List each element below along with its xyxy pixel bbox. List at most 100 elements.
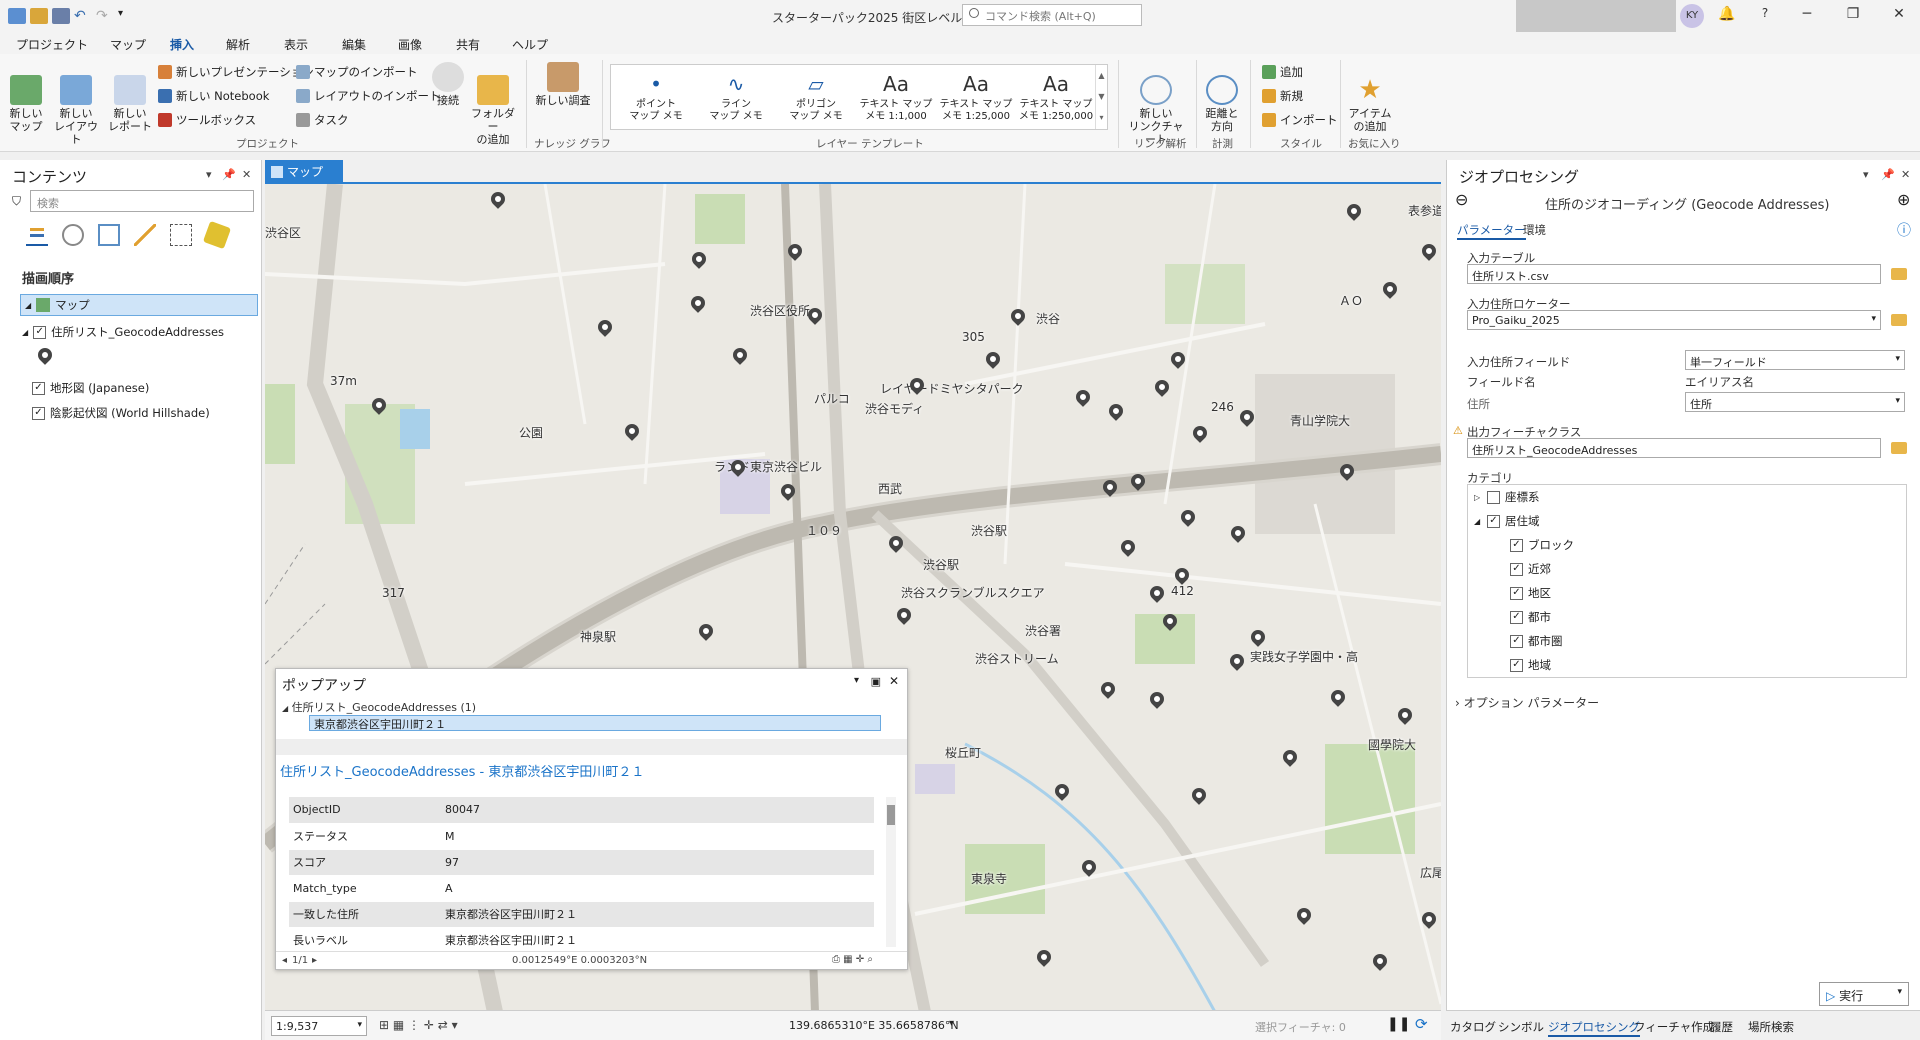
chevron-down-icon[interactable]: ▾: [854, 675, 859, 686]
list-by-snapping-icon[interactable]: [170, 224, 192, 246]
category-checkbox[interactable]: ✓: [1510, 610, 1523, 624]
notification-icon[interactable]: 🔔: [1712, 6, 1742, 22]
list-by-editing-icon[interactable]: [134, 224, 156, 246]
gallery-scroll[interactable]: ▲ ▼ ▾: [1095, 65, 1107, 129]
list-by-labeling-icon[interactable]: [202, 220, 232, 250]
new-notebook-button[interactable]: 新しい Notebook: [158, 88, 269, 104]
new-presentation-button[interactable]: 新しいプレゼンテーション: [158, 64, 314, 80]
map-tools-icons[interactable]: ⊞ ▦ ⋮ ✛ ⇄ ▾: [379, 1018, 458, 1032]
category-checkbox[interactable]: ✓: [1510, 562, 1523, 576]
prev-feature-icon[interactable]: ◂: [282, 955, 287, 966]
style-add-button[interactable]: 追加: [1262, 64, 1303, 80]
output-field[interactable]: 住所リスト_GeocodeAddresses: [1467, 438, 1881, 458]
coordinate-format-chevron-icon[interactable]: ▾: [949, 1018, 954, 1029]
tab-view[interactable]: 表示: [284, 36, 308, 53]
optional-parameters-toggle[interactable]: › オプション パラメーター: [1455, 694, 1599, 711]
category-checkbox[interactable]: [1487, 490, 1500, 504]
add-folder-button[interactable]: フォルダー の追加: [468, 62, 518, 146]
category-item[interactable]: ✓ 地域: [1510, 657, 1551, 673]
tab-locate[interactable]: 場所検索: [1748, 1019, 1794, 1035]
layer-hillshade[interactable]: ✓ 陰影起伏図 (World Hillshade): [32, 405, 210, 421]
polygon-map-note-template[interactable]: ▱ ポリゴン マップ メモ: [777, 69, 855, 123]
next-feature-icon[interactable]: ▸: [312, 955, 317, 966]
undo-icon[interactable]: ↶: [74, 8, 92, 24]
popup-scrollbar[interactable]: [886, 797, 896, 947]
style-new-button[interactable]: 新規: [1262, 88, 1303, 104]
task-button[interactable]: タスク: [296, 112, 349, 128]
layer-symbol-pin-icon[interactable]: [35, 345, 55, 365]
pane-menu-icon[interactable]: ▾: [206, 168, 212, 181]
close-pane-icon[interactable]: ✕: [242, 168, 251, 181]
text-note-250000-template[interactable]: Aa テキスト マップ メモ 1:250,000: [1017, 69, 1095, 123]
tab-geoprocessing[interactable]: ジオプロセシング: [1548, 1019, 1640, 1037]
input-table-field[interactable]: 住所リスト.csv: [1467, 264, 1881, 284]
collapse-icon[interactable]: ◢: [25, 301, 31, 310]
new-map-button[interactable]: 新しい マップ: [6, 62, 46, 133]
user-account-area[interactable]: [1516, 0, 1676, 32]
category-item[interactable]: ✓ 都市圏: [1510, 633, 1563, 649]
tab-help[interactable]: ヘルプ: [512, 36, 548, 53]
category-checkbox[interactable]: ✓: [1487, 514, 1500, 528]
expand-icon[interactable]: ◢: [1474, 517, 1482, 526]
collapse-icon[interactable]: ◢: [282, 704, 288, 713]
maximize-icon[interactable]: ▣: [871, 675, 881, 688]
category-item[interactable]: ◢ ✓ 居住域: [1474, 513, 1540, 529]
locator-select[interactable]: Pro_Gaiku_2025 ▾: [1467, 310, 1881, 330]
restore-button[interactable]: ❐: [1838, 6, 1868, 22]
add-favorite-item-button[interactable]: ★ アイテム の追加: [1346, 62, 1394, 133]
popup-tools-icons[interactable]: ⎙ ▦ ✛ ⌕: [832, 954, 873, 965]
user-avatar[interactable]: KY: [1680, 4, 1704, 28]
map-node[interactable]: ◢ マップ: [20, 294, 258, 316]
tab-create-features[interactable]: フィーチャ作成: [1634, 1019, 1714, 1035]
category-item[interactable]: ✓ 近郊: [1510, 561, 1551, 577]
new-investigation-button[interactable]: 新しい調査: [532, 62, 594, 107]
browse-folder-icon[interactable]: [1891, 268, 1907, 280]
close-popup-icon[interactable]: ✕: [889, 674, 899, 688]
gp-tab-parameters[interactable]: パラメーター: [1457, 222, 1526, 240]
close-window-button[interactable]: ✕: [1884, 6, 1914, 22]
text-note-25000-template[interactable]: Aa テキスト マップ メモ 1:25,000: [937, 69, 1015, 123]
run-button[interactable]: ▷ 実行 ▾: [1819, 982, 1909, 1006]
close-pane-icon[interactable]: ✕: [1901, 168, 1910, 181]
layer-visibility-checkbox[interactable]: ✓: [32, 381, 45, 395]
tab-edit[interactable]: 編集: [342, 36, 366, 53]
tab-history[interactable]: 履歴: [1710, 1019, 1733, 1035]
tab-share[interactable]: 共有: [456, 36, 480, 53]
category-checkbox[interactable]: ✓: [1510, 538, 1523, 552]
layer-geocode[interactable]: ◢ ✓ 住所リスト_GeocodeAddresses: [22, 324, 224, 340]
pin-icon[interactable]: 📌: [1881, 168, 1895, 181]
pin-icon[interactable]: 📌: [222, 168, 236, 181]
map-view-tab[interactable]: マップ✕: [265, 160, 343, 194]
pause-drawing-icon[interactable]: ❚❚: [1387, 1016, 1410, 1032]
browse-folder-icon[interactable]: [1891, 314, 1907, 326]
popup-selected-feature[interactable]: 東京都渋谷区宇田川町２１: [309, 715, 881, 731]
collapse-icon[interactable]: ◢: [22, 328, 28, 337]
tab-symbology[interactable]: シンボル: [1498, 1019, 1544, 1035]
toolbox-button[interactable]: ツールボックス: [158, 112, 256, 128]
layer-visibility-checkbox[interactable]: ✓: [32, 406, 45, 420]
text-note-1000-template[interactable]: Aa テキスト マップ メモ 1:1,000: [857, 69, 935, 123]
category-item[interactable]: ✓ ブロック: [1510, 537, 1574, 553]
new-report-button[interactable]: 新しい レポート: [106, 62, 154, 133]
tab-project[interactable]: プロジェクト: [16, 36, 88, 53]
pane-menu-icon[interactable]: ▾: [1863, 168, 1869, 181]
map-scale-select[interactable]: 1:9,537 ▾: [271, 1016, 367, 1036]
distance-direction-button[interactable]: 距離と 方向: [1202, 62, 1242, 133]
customize-toolbar-icon[interactable]: ▾: [118, 8, 136, 24]
command-search-input[interactable]: コマンド検索 (Alt+Q): [962, 4, 1142, 26]
tab-analysis[interactable]: 解析: [226, 36, 250, 53]
list-by-selection-icon[interactable]: [98, 224, 120, 246]
back-icon[interactable]: ⊖: [1455, 190, 1468, 209]
popup-layer-node[interactable]: ◢ 住所リスト_GeocodeAddresses (1): [282, 699, 476, 715]
layer-visibility-checkbox[interactable]: ✓: [33, 325, 47, 339]
address-fields-select[interactable]: 単一フィールド ▾: [1685, 350, 1905, 370]
address-field-select[interactable]: 住所 ▾: [1685, 392, 1905, 412]
new-link-chart-button[interactable]: 新しい リンクチャート: [1124, 62, 1188, 146]
category-item[interactable]: ✓ 都市: [1510, 609, 1551, 625]
tab-map[interactable]: マップ: [110, 36, 146, 53]
list-by-source-icon[interactable]: [62, 224, 84, 246]
redo-icon[interactable]: ↷: [96, 8, 114, 24]
layer-topographic[interactable]: ✓ 地形図 (Japanese): [32, 380, 149, 396]
import-layout-button[interactable]: レイアウトのインポート: [296, 88, 441, 104]
expand-icon[interactable]: ▷: [1474, 493, 1482, 502]
